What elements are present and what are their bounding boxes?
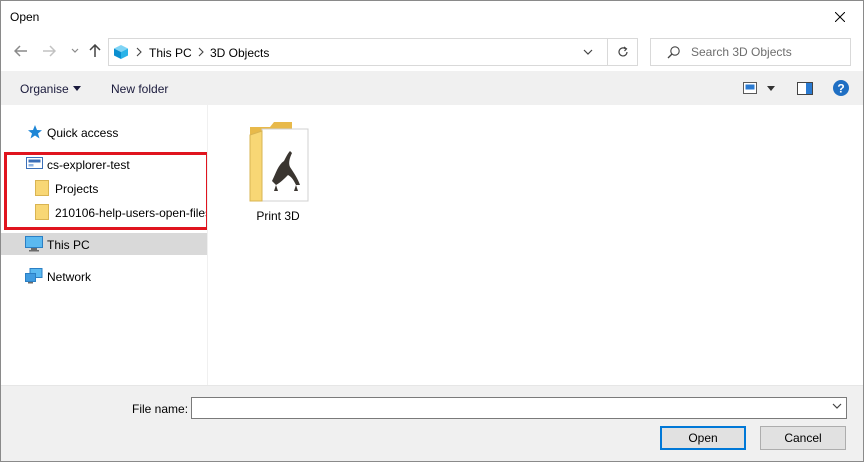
search-icon [667, 46, 680, 59]
help-icon[interactable]: ? [833, 80, 849, 96]
new-folder-button[interactable]: New folder [111, 82, 168, 96]
refresh-button[interactable] [608, 38, 638, 66]
3d-objects-icon [114, 45, 128, 59]
up-button[interactable] [87, 43, 103, 59]
cancel-button[interactable]: Cancel [760, 426, 846, 450]
nav-item-network[interactable]: Network [1, 265, 207, 287]
back-button[interactable] [13, 43, 29, 59]
quick-access-star-icon [28, 125, 42, 139]
folder-3d-icon [249, 122, 309, 202]
navigation-pane: Quick access cs-explorer-test Projects 2… [1, 105, 209, 385]
nav-item-label: Network [47, 270, 92, 284]
nav-item-label: This PC [47, 238, 90, 252]
refresh-icon [617, 46, 628, 57]
search-input[interactable] [691, 44, 846, 60]
chevron-down-icon[interactable] [583, 49, 593, 56]
file-item-label: Print 3D [256, 209, 300, 223]
recent-locations-button[interactable] [67, 43, 83, 59]
folder-icon [35, 204, 49, 220]
up-arrow-icon [89, 44, 101, 57]
nav-item-projects[interactable]: Projects [1, 177, 207, 199]
chevron-down-icon[interactable] [832, 403, 842, 410]
view-options-dropdown-icon[interactable] [767, 86, 775, 91]
change-view-icon[interactable] [743, 82, 757, 94]
command-bar: Organise New folder ? [1, 71, 863, 105]
forward-button[interactable] [41, 43, 57, 59]
open-dialog: Open This PC 3D Objects Search 3D Object… [0, 0, 864, 462]
file-list: Print 3D [208, 105, 863, 385]
title-bar: Open [1, 1, 863, 33]
back-arrow-icon [14, 45, 27, 57]
preview-pane-icon[interactable] [797, 82, 813, 95]
close-icon [835, 12, 845, 22]
file-name-label: File name: [132, 402, 189, 416]
file-name-combobox[interactable] [191, 397, 847, 419]
breadcrumb-chevron-icon [136, 47, 142, 57]
nav-item-this-pc[interactable]: This PC [1, 233, 207, 255]
folder-icon [35, 180, 49, 196]
address-bar[interactable]: This PC 3D Objects [108, 38, 608, 66]
breadcrumb-chevron-icon [198, 47, 204, 57]
dropdown-arrow-icon[interactable] [73, 86, 81, 91]
organise-button[interactable]: Organise [20, 82, 69, 96]
close-button[interactable] [817, 1, 863, 33]
breadcrumb-this-pc[interactable]: This PC [149, 46, 192, 60]
svg-text:?: ? [837, 82, 844, 96]
breadcrumb-3d-objects[interactable]: 3D Objects [210, 46, 269, 60]
search-box[interactable] [650, 38, 851, 66]
bottom-panel: File name: Open Cancel [1, 385, 863, 461]
nav-item-label: cs-explorer-test [47, 158, 130, 172]
nav-item-cs-explorer-test[interactable]: cs-explorer-test [1, 153, 207, 175]
computer-icon [25, 236, 43, 252]
forward-arrow-icon [43, 45, 56, 57]
chevron-down-icon [71, 48, 79, 53]
file-name-input[interactable] [196, 400, 816, 416]
open-button[interactable]: Open [660, 426, 746, 450]
network-icon [25, 268, 43, 284]
navigation-row: This PC 3D Objects [1, 33, 863, 71]
file-item-print-3d[interactable]: Print 3D [238, 119, 318, 229]
nav-item-quick-access[interactable]: Quick access [1, 121, 207, 143]
nav-item-label: Quick access [47, 126, 119, 140]
nav-item-label: Projects [55, 182, 99, 196]
nav-item-help-users-open-files[interactable]: 210106-help-users-open-files [1, 201, 207, 223]
window-title: Open [10, 10, 40, 24]
network-drive-icon [26, 157, 43, 169]
nav-item-label: 210106-help-users-open-files [55, 206, 207, 220]
